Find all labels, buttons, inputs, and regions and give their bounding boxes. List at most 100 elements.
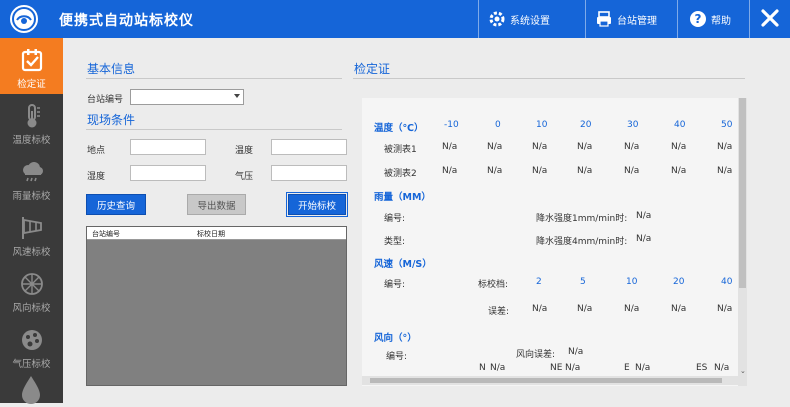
wind-dir-label: NE — [550, 363, 563, 373]
sidebar: 检定证 温度标校 雨量标校 风速标校 风向标校 气压标校 — [0, 38, 63, 404]
station-management-button[interactable]: 台站管理 — [595, 0, 657, 38]
table-cell: N/a — [442, 142, 458, 152]
history-query-button[interactable]: 历史查询 — [86, 194, 146, 215]
temperature-section-title: 温度（℃） — [374, 123, 424, 134]
vertical-scroll-thumb[interactable] — [739, 98, 746, 288]
scroll-down-icon[interactable]: ⌄ — [740, 367, 746, 375]
gear-icon — [488, 10, 506, 28]
sidebar-item-temperature[interactable]: 温度标校 — [0, 94, 63, 150]
rain-cloud-icon — [18, 158, 46, 186]
wind-dir-label: E — [624, 363, 630, 373]
wind-direction-error-label: 风向误差: — [516, 350, 556, 360]
sidebar-item-certificate[interactable]: 检定证 — [0, 38, 63, 94]
sidebar-item-rain[interactable]: 雨量标校 — [0, 150, 63, 206]
wind-speed-error-label: 误差: — [488, 307, 510, 317]
rain-section-title: 雨量（MM） — [374, 192, 431, 203]
horizontal-scroll-thumb[interactable] — [370, 378, 722, 383]
wind-speed-gear: 2 — [536, 277, 542, 287]
wind-direction-section-title: 风向（°） — [374, 333, 417, 344]
svg-text:?: ? — [695, 12, 702, 26]
temperature-label: 温度 — [235, 146, 254, 156]
help-icon: ? — [689, 10, 707, 28]
table-header: 台站编号 标校日期 — [87, 227, 346, 240]
sidebar-item-label: 风速标校 — [12, 247, 51, 258]
certificate-title: 检定证 — [354, 62, 391, 76]
wind-direction-icon — [18, 270, 46, 298]
history-table: 台站编号 标校日期 — [86, 226, 347, 386]
rain-intensity2-value: N/a — [636, 234, 652, 244]
wind-direction-id-label: 编号: — [386, 352, 408, 362]
wind-direction-error-value: N/a — [568, 347, 584, 357]
table-cell: N/a — [577, 142, 593, 152]
wind-speed-gear: 5 — [580, 277, 586, 287]
wind-dir-label: ES — [696, 363, 708, 373]
table-cell: N/a — [624, 304, 640, 314]
table-cell: N/a — [577, 166, 593, 176]
humidity-field[interactable] — [130, 165, 206, 181]
sidebar-item-label: 检定证 — [17, 79, 46, 90]
system-settings-button[interactable]: 系统设置 — [488, 0, 550, 38]
column-header: 台站编号 — [92, 230, 120, 238]
table-cell: N/a — [442, 166, 458, 176]
table-cell: N/a — [717, 142, 733, 152]
wind-speed-gear: 20 — [673, 277, 685, 287]
header-separator — [478, 0, 479, 38]
sidebar-item-wind-speed[interactable]: 风速标校 — [0, 206, 63, 262]
temperature-field[interactable] — [271, 139, 347, 155]
location-field[interactable] — [130, 139, 206, 155]
sidebar-item-pressure[interactable]: 气压标校 — [0, 318, 63, 374]
temp-point: 0 — [495, 120, 501, 130]
export-data-button[interactable]: 导出数据 — [187, 194, 246, 215]
column-header: 标校日期 — [197, 230, 225, 238]
certificate-icon — [18, 46, 46, 74]
system-settings-label: 系统设置 — [510, 15, 550, 27]
wind-speed-id-label: 编号: — [384, 280, 406, 290]
table-cell: N/a — [577, 304, 593, 314]
station-management-label: 台站管理 — [617, 15, 657, 27]
close-icon — [761, 8, 779, 30]
app-title: 便携式自动站标校仪 — [59, 13, 194, 29]
sidebar-item-wind-direction[interactable]: 风向标校 — [0, 262, 63, 318]
divider — [353, 78, 745, 79]
help-button[interactable]: ? 帮助 — [689, 0, 731, 38]
temp-point: 40 — [674, 120, 686, 130]
title-bar: 便携式自动站标校仪 系统设置 台站管理 ? 帮助 — [0, 0, 790, 38]
pressure-field[interactable] — [271, 165, 347, 181]
rain-id-label: 编号: — [384, 214, 406, 224]
table-cell: N/a — [487, 142, 503, 152]
wind-speed-gear: 40 — [721, 277, 733, 287]
app-logo — [8, 3, 40, 35]
drop-icon[interactable] — [18, 374, 44, 407]
temp-point: -10 — [444, 120, 459, 130]
wind-dir-value: N/a — [635, 363, 651, 373]
station-id-select[interactable] — [130, 89, 244, 105]
pressure-gauge-icon — [18, 326, 46, 354]
rain-intensity1-label: 降水强度1mm/min时: — [536, 214, 628, 224]
wind-dir-label: N — [479, 363, 486, 373]
divider — [86, 78, 342, 79]
wind-speed-gear-label: 标校档: — [478, 280, 509, 290]
table-cell: N/a — [487, 166, 503, 176]
header-separator — [585, 0, 586, 38]
temp-point: 50 — [721, 120, 733, 130]
certificate-panel: 温度（℃） -10 0 10 20 30 40 50 被测表1 N/a N/a … — [362, 98, 747, 386]
temp-point: 10 — [536, 120, 548, 130]
table-cell: N/a — [624, 142, 640, 152]
thermometer-icon — [18, 102, 46, 130]
sidebar-item-label: 温度标校 — [12, 135, 51, 146]
temp-point: 30 — [627, 120, 639, 130]
wind-dir-value: N/a — [490, 363, 506, 373]
sidebar-item-label: 气压标校 — [12, 359, 51, 370]
temp-point: 20 — [580, 120, 592, 130]
wind-speed-section-title: 风速（M/S） — [374, 259, 432, 270]
table-cell: N/a — [717, 304, 733, 314]
table-cell: N/a — [624, 166, 640, 176]
location-label: 地点 — [87, 146, 106, 156]
humidity-label: 湿度 — [87, 172, 106, 182]
wind-dir-value: N/a — [565, 363, 581, 373]
table-cell: N/a — [671, 304, 687, 314]
sidebar-item-label: 雨量标校 — [12, 191, 51, 202]
divider — [86, 129, 342, 130]
close-button[interactable] — [750, 0, 790, 38]
start-calibration-button[interactable]: 开始标校 — [286, 192, 348, 217]
